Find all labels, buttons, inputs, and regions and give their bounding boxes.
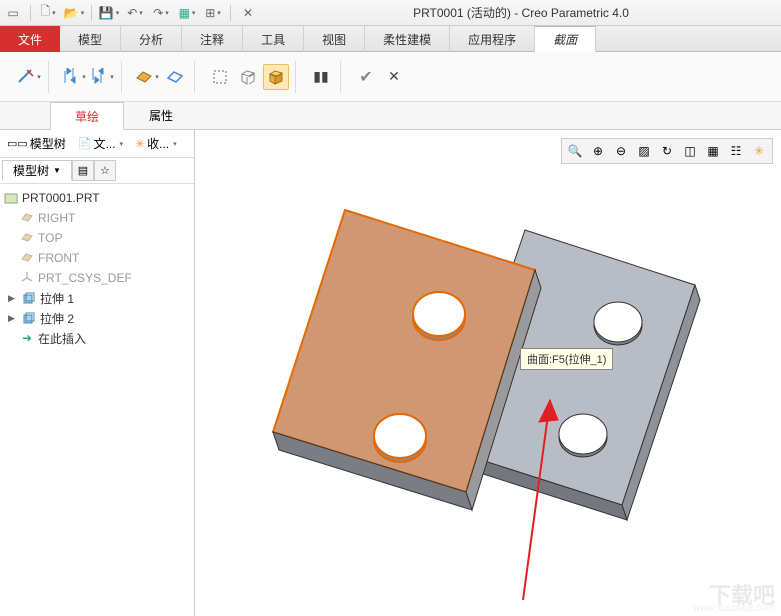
tool-plane1[interactable] [134, 64, 160, 90]
ribbon: 文件 模型 分析 注释 工具 视图 柔性建模 应用程序 截面 [0, 26, 781, 52]
windows-icon[interactable]: ⊞ [202, 2, 224, 24]
tree-feature-extrude1[interactable]: ▶ 拉伸 1 [2, 288, 192, 308]
zoom-out-icon[interactable]: ⊖ [610, 141, 632, 161]
section-toolbar: ▮▮ ✔ ✕ [0, 52, 781, 102]
csys-icon [20, 271, 34, 285]
tree-datum-right[interactable]: RIGHT [2, 208, 192, 228]
tab-section[interactable]: 截面 [535, 26, 596, 52]
tab-apps[interactable]: 应用程序 [450, 26, 535, 52]
tool-select[interactable] [207, 64, 233, 90]
tree-datum-front[interactable]: FRONT [2, 248, 192, 268]
tab-flex[interactable]: 柔性建模 [365, 26, 450, 52]
zoom-fit-icon[interactable]: 🔍 [564, 141, 586, 161]
tree-tab-model[interactable]: 模型树 ▼ [2, 160, 72, 181]
tab-tools[interactable]: 工具 [243, 26, 304, 52]
tree-feature-extrude2[interactable]: ▶ 拉伸 2 [2, 308, 192, 328]
tree-tab-layers-icon[interactable]: ▤ [72, 160, 94, 181]
tree-insert-here[interactable]: ➜ 在此插入 [2, 328, 192, 348]
perspective-icon[interactable]: ✳ [748, 141, 770, 161]
extrude-icon [22, 291, 36, 305]
tree-csys[interactable]: PRT_CSYS_DEF [2, 268, 192, 288]
saved-views-icon[interactable]: ▦ [702, 141, 724, 161]
extrude-icon [22, 311, 36, 325]
tree-datum-top[interactable]: TOP [2, 228, 192, 248]
plane-icon [20, 231, 34, 245]
part-icon [4, 191, 18, 205]
tool-cube-wire[interactable] [235, 64, 261, 90]
tree-tab-favorites-icon[interactable]: ☆ [94, 160, 116, 181]
subtab-sketch[interactable]: 草绘 [50, 102, 124, 130]
tool-cancel-icon[interactable]: ✕ [381, 64, 407, 90]
insert-arrow-icon: ➜ [20, 331, 34, 345]
subtab-props[interactable]: 属性 [124, 102, 198, 129]
tool-flip2[interactable] [89, 64, 115, 90]
tab-view[interactable]: 视图 [304, 26, 365, 52]
model-tree: PRT0001.PRT RIGHT TOP FRONT PRT_CSYS_DEF… [0, 184, 194, 616]
model-tree-toolbar: ▭▭ 模型树 📄 文... ✳ 收... [0, 130, 194, 158]
tool-cube-solid[interactable] [263, 64, 289, 90]
model-tree-header[interactable]: ▭▭ 模型树 [2, 132, 71, 156]
tool-ok-icon[interactable]: ✔ [353, 64, 379, 90]
hover-tooltip: 曲面:F5(拉伸_1) [520, 348, 613, 370]
title-bar: ▭ 🗋 📂 💾 ↶ ↷ ▦ ⊞ ✕ PRT0001 (活动的) - Creo P… [0, 0, 781, 26]
undo-icon[interactable]: ↶ [124, 2, 146, 24]
expand-icon[interactable]: ▶ [8, 293, 18, 304]
view-toolbar: 🔍 ⊕ ⊖ ▨ ↻ ◫ ▦ ☷ ✳ [561, 138, 773, 164]
tab-model[interactable]: 模型 [60, 26, 121, 52]
tool-plane2[interactable] [162, 64, 188, 90]
new-icon[interactable]: 🗋 [37, 2, 59, 24]
view-manager-icon[interactable]: ☷ [725, 141, 747, 161]
tree-collect-btn[interactable]: ✳ 收... [130, 132, 182, 156]
redo-icon[interactable]: ↷ [150, 2, 172, 24]
tab-analysis[interactable]: 分析 [121, 26, 182, 52]
sidebar: ▭▭ 模型树 📄 文... ✳ 收... 模型树 ▼ ▤ ☆ PRT0001.P… [0, 130, 195, 616]
model-geometry [215, 170, 755, 610]
display-style-icon[interactable]: ◫ [679, 141, 701, 161]
spin-icon[interactable]: ↻ [656, 141, 678, 161]
tab-annotate[interactable]: 注释 [182, 26, 243, 52]
graphics-viewport[interactable]: 🔍 ⊕ ⊖ ▨ ↻ ◫ ▦ ☷ ✳ [195, 130, 781, 616]
watermark-url: www.xiazaiba.com [693, 603, 775, 614]
tool-extend[interactable] [16, 64, 42, 90]
tab-file[interactable]: 文件 [0, 26, 60, 52]
regen-icon[interactable]: ▦ [176, 2, 198, 24]
tree-text-btn[interactable]: 📄 文... [73, 132, 128, 156]
repaint-icon[interactable]: ▨ [633, 141, 655, 161]
window-title: PRT0001 (活动的) - Creo Parametric 4.0 [261, 4, 781, 21]
dashboard-tabs: 草绘 属性 [0, 102, 781, 130]
window-control-icon[interactable]: ▭ [2, 2, 24, 24]
tool-flip1[interactable] [61, 64, 87, 90]
tree-tabs: 模型树 ▼ ▤ ☆ [0, 158, 194, 184]
save-icon[interactable]: 💾 [98, 2, 120, 24]
expand-icon[interactable]: ▶ [8, 313, 18, 324]
tree-root[interactable]: PRT0001.PRT [2, 188, 192, 208]
open-icon[interactable]: 📂 [63, 2, 85, 24]
zoom-in-icon[interactable]: ⊕ [587, 141, 609, 161]
tool-pause-icon[interactable]: ▮▮ [308, 64, 334, 90]
plane-icon [20, 251, 34, 265]
plane-icon [20, 211, 34, 225]
close-icon[interactable]: ✕ [237, 2, 259, 24]
